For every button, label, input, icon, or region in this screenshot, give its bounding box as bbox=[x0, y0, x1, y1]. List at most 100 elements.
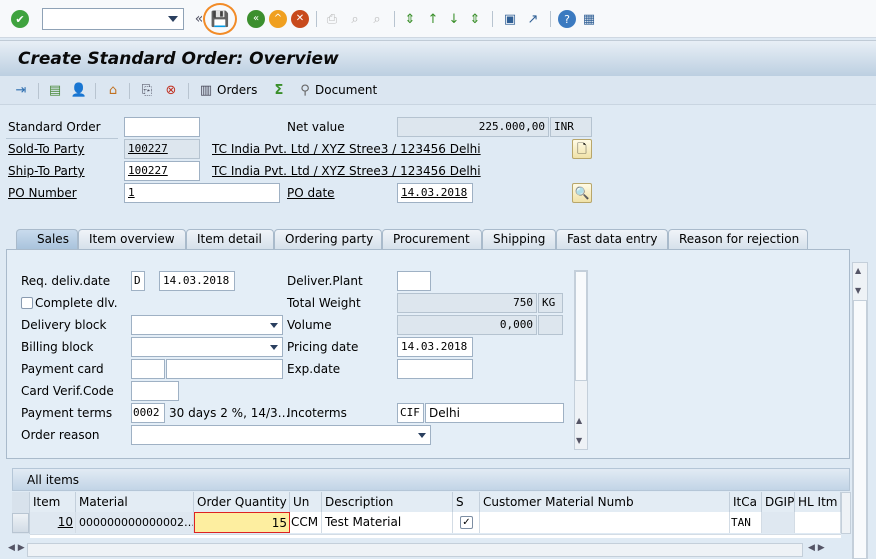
help-icon[interactable]: ? bbox=[558, 10, 576, 28]
sold-to-party-label[interactable]: Sold-To Party bbox=[8, 139, 84, 159]
scroll-up-icon[interactable]: ▲ bbox=[576, 416, 582, 425]
delivery-block-dropdown[interactable] bbox=[131, 315, 283, 335]
weight-unit-field: KG bbox=[538, 293, 563, 313]
column-header-material[interactable]: Material bbox=[76, 492, 194, 512]
tab-fast-data-entry[interactable]: Fast data entry bbox=[556, 229, 668, 249]
next-page-icon[interactable]: ↓ bbox=[445, 10, 463, 28]
scroll-down-icon[interactable]: ▼ bbox=[855, 286, 861, 295]
shortcut-icon[interactable]: ↗ bbox=[524, 10, 542, 28]
column-header-dgip[interactable]: DGIP bbox=[762, 492, 795, 512]
table-vertical-scrollbar[interactable] bbox=[841, 492, 851, 534]
last-page-icon[interactable]: ⇕ bbox=[466, 10, 484, 28]
column-header-order-quantity[interactable]: Order Quantity bbox=[194, 492, 290, 512]
tab-procurement[interactable]: Procurement bbox=[382, 229, 482, 249]
incoterms-code-input[interactable]: CIF bbox=[397, 403, 424, 423]
tab-ordering-party[interactable]: Ordering party bbox=[274, 229, 382, 249]
chevron-down-icon[interactable] bbox=[418, 433, 426, 438]
ship-to-party-label[interactable]: Ship-To Party bbox=[8, 161, 85, 181]
exit-icon[interactable]: ^ bbox=[269, 10, 287, 28]
incoterms-place-input[interactable]: Delhi bbox=[425, 403, 564, 423]
billing-block-dropdown[interactable] bbox=[131, 337, 283, 357]
previous-page-icon[interactable]: ↑ bbox=[424, 10, 442, 28]
complete-dlv-checkbox[interactable] bbox=[21, 297, 33, 309]
column-header-item[interactable]: Item bbox=[30, 492, 76, 512]
ship-to-address-link[interactable]: TC India Pvt. Ltd / XYZ Stree3 / 123456 … bbox=[212, 161, 481, 181]
cancel-icon[interactable]: ✕ bbox=[291, 10, 309, 28]
po-date-label[interactable]: PO date bbox=[287, 183, 335, 203]
column-header-unit[interactable]: Un bbox=[290, 492, 322, 512]
orders-icon[interactable]: ▥ bbox=[197, 81, 215, 99]
standard-order-input[interactable] bbox=[124, 117, 200, 137]
first-page-icon[interactable]: ⇕ bbox=[401, 10, 419, 28]
table-horizontal-scrollbar[interactable] bbox=[27, 543, 803, 557]
title-bar: Create Standard Order: Overview bbox=[0, 40, 876, 76]
column-header-s[interactable]: S bbox=[453, 492, 480, 512]
cell-hl-itm[interactable] bbox=[795, 512, 841, 533]
sold-to-party-input[interactable]: 100227 bbox=[124, 139, 200, 159]
table-row-empty bbox=[30, 534, 841, 538]
delete-icon[interactable]: ⊗ bbox=[162, 81, 180, 99]
command-field[interactable] bbox=[42, 8, 184, 30]
scroll-up-icon[interactable]: ▲ bbox=[855, 266, 861, 275]
sold-to-address-link[interactable]: TC India Pvt. Ltd / XYZ Stree3 / 123456 … bbox=[212, 139, 481, 159]
tab-label: Ordering party bbox=[285, 232, 374, 246]
document-icon-button[interactable]: 🗋 bbox=[572, 139, 592, 159]
header-details-icon[interactable]: ▤ bbox=[46, 81, 64, 99]
chevron-down-icon[interactable] bbox=[168, 16, 178, 22]
scroll-left-icon[interactable]: ◀ ▶ bbox=[8, 543, 25, 553]
cell-material[interactable]: 000000000000002… bbox=[76, 512, 194, 533]
ship-to-party-input[interactable]: 100227 bbox=[124, 161, 200, 181]
payment-terms-input[interactable]: 0002 bbox=[131, 403, 165, 423]
card-verif-code-input[interactable] bbox=[131, 381, 179, 401]
row-selector[interactable] bbox=[12, 513, 29, 533]
document-icon[interactable]: ⚲ bbox=[296, 81, 314, 99]
chevron-down-icon[interactable] bbox=[270, 323, 278, 328]
scroll-down-icon[interactable]: ▼ bbox=[576, 436, 582, 445]
column-header-description[interactable]: Description bbox=[322, 492, 453, 512]
cell-itca[interactable]: TAN bbox=[730, 512, 762, 533]
new-session-icon[interactable]: ▣ bbox=[501, 10, 519, 28]
tab-label: Procurement bbox=[393, 232, 470, 246]
payment-card-type-input[interactable] bbox=[131, 359, 165, 379]
header-icon[interactable]: ⌂ bbox=[104, 81, 122, 99]
column-header-itca[interactable]: ItCa bbox=[730, 492, 762, 512]
req-deliv-date-type-input[interactable]: D bbox=[131, 271, 145, 291]
req-deliv-date-input[interactable]: 14.03.2018 bbox=[159, 271, 235, 291]
display-po-icon-button[interactable]: 🔍 bbox=[572, 183, 592, 203]
copy-icon[interactable]: ⎘ bbox=[138, 81, 156, 99]
cell-description[interactable]: Test Material bbox=[322, 512, 453, 533]
panel-scrollbar-thumb[interactable] bbox=[575, 271, 587, 381]
tab-reason-for-rejection[interactable]: Reason for rejection bbox=[668, 229, 808, 249]
document-button[interactable]: Document bbox=[315, 80, 377, 100]
column-header-customer-material[interactable]: Customer Material Numb bbox=[480, 492, 730, 512]
tab-label: Item overview bbox=[89, 232, 175, 246]
exp-date-input[interactable] bbox=[397, 359, 473, 379]
page-scrollbar-thumb[interactable] bbox=[853, 300, 867, 559]
tab-sales[interactable]: Sales bbox=[16, 229, 78, 249]
scroll-right-icon[interactable]: ◀ ▶ bbox=[808, 543, 825, 553]
enter-check-icon[interactable]: ✔ bbox=[11, 10, 29, 28]
po-number-input[interactable]: 1 bbox=[124, 183, 280, 203]
sum-icon[interactable]: Σ bbox=[270, 81, 288, 99]
deliver-plant-input[interactable] bbox=[397, 271, 431, 291]
pricing-date-input[interactable]: 14.03.2018 bbox=[397, 337, 473, 357]
order-reason-dropdown[interactable] bbox=[131, 425, 431, 445]
back-icon[interactable]: « bbox=[247, 10, 265, 28]
cell-unit[interactable]: CCM bbox=[290, 512, 322, 533]
po-date-input[interactable]: 14.03.2018 bbox=[397, 183, 473, 203]
tab-item-detail[interactable]: Item detail bbox=[186, 229, 274, 249]
s-checkbox[interactable]: ✓ bbox=[460, 516, 473, 529]
po-number-label[interactable]: PO Number bbox=[8, 183, 77, 203]
column-header-hl-itm[interactable]: HL Itm bbox=[795, 492, 841, 512]
orders-button[interactable]: Orders bbox=[217, 80, 257, 100]
display-doc-flow-icon[interactable]: ⇥ bbox=[12, 81, 30, 99]
payment-card-number-input[interactable] bbox=[166, 359, 283, 379]
cell-item[interactable]: 10 bbox=[30, 512, 76, 533]
tab-shipping[interactable]: Shipping bbox=[482, 229, 556, 249]
chevron-down-icon[interactable] bbox=[270, 345, 278, 350]
customize-layout-icon[interactable]: ▦ bbox=[580, 10, 598, 28]
partner-icon[interactable]: 👤 bbox=[70, 81, 88, 99]
cell-customer-material[interactable] bbox=[480, 512, 730, 533]
tab-item-overview[interactable]: Item overview bbox=[78, 229, 186, 249]
cell-order-quantity[interactable]: 15 bbox=[194, 512, 290, 533]
